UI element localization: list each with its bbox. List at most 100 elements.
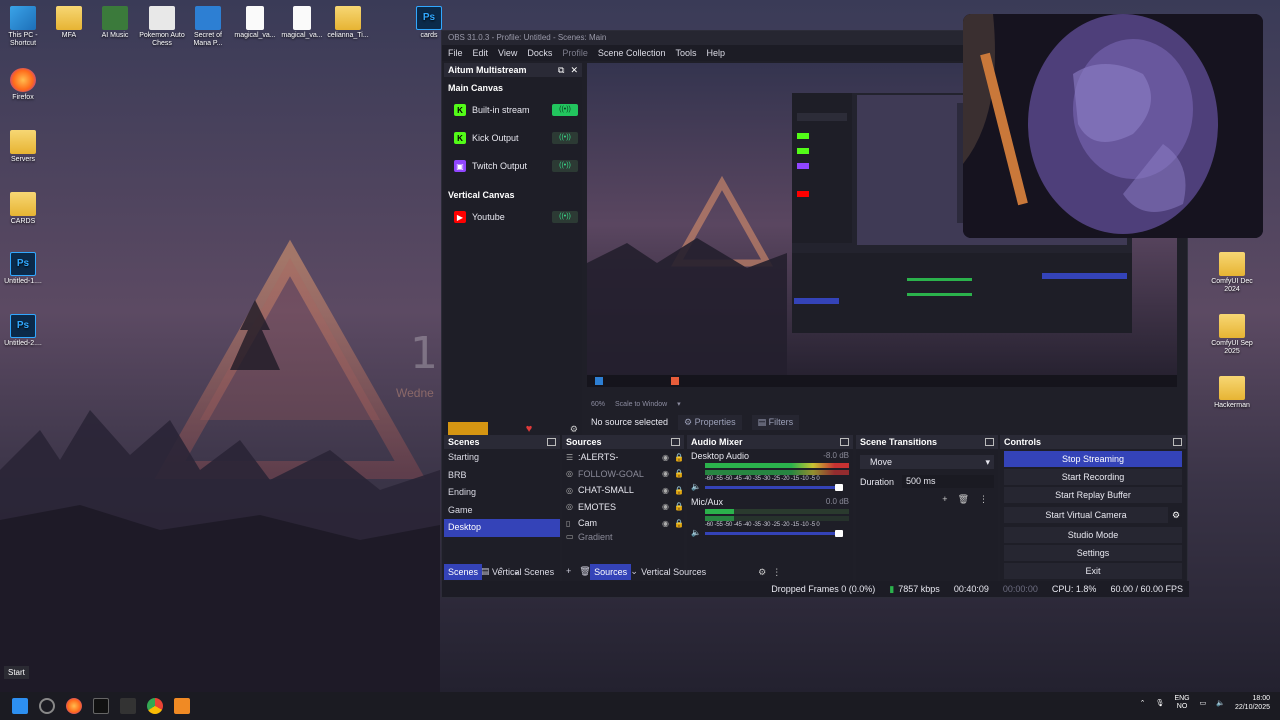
settings-button[interactable]: Settings xyxy=(1004,545,1182,561)
speaker-icon[interactable]: 🔈 xyxy=(691,482,705,491)
language-indicator[interactable]: ENG NO xyxy=(1174,695,1189,711)
lock-icon[interactable]: 🔒 xyxy=(674,486,684,495)
source-item[interactable]: ▭ Gradient xyxy=(562,532,684,542)
lock-icon[interactable]: 🔒 xyxy=(674,453,684,462)
settings-icon[interactable]: ⚙ xyxy=(570,424,578,435)
taskbar-clock[interactable]: 18:00 22/10/2025 xyxy=(1235,694,1270,712)
speaker-icon[interactable]: 🔈 xyxy=(691,528,705,537)
source-item[interactable]: ☰ :ALERTS- ◉ 🔒 xyxy=(562,449,684,466)
multistream-header: Aitum Multistream ⧉ ✕ xyxy=(444,63,582,77)
menu-docks[interactable]: Docks xyxy=(527,48,552,58)
float-dock-icon[interactable] xyxy=(985,438,994,446)
float-dock-icon[interactable] xyxy=(840,438,849,446)
desktop-icon-this-pc[interactable]: This PC - Shortcut xyxy=(0,6,46,48)
more-icon[interactable]: ⋮ xyxy=(772,567,781,578)
float-dock-icon[interactable]: ⧉ xyxy=(558,65,564,76)
float-dock-icon[interactable] xyxy=(547,438,556,446)
stop-streaming-button[interactable]: Stop Streaming xyxy=(1004,451,1182,467)
desktop-icon-magical-2[interactable]: magical_va... xyxy=(279,6,325,40)
menu-tools[interactable]: Tools xyxy=(675,48,696,58)
eye-icon[interactable]: ◉ xyxy=(662,486,672,495)
lock-icon[interactable]: 🔒 xyxy=(674,469,684,478)
desktop-icon-ai-music[interactable]: AI Music xyxy=(92,6,138,40)
float-dock-icon[interactable] xyxy=(1173,438,1182,446)
volume-slider[interactable] xyxy=(705,530,843,537)
transition-select[interactable]: Move ▾ xyxy=(860,455,994,469)
vlc-taskbar-icon[interactable] xyxy=(174,698,190,714)
tab-sources[interactable]: Sources xyxy=(590,564,632,580)
tab-vertical-sources[interactable]: Vertical Sources xyxy=(637,564,710,580)
stream-toggle-button[interactable]: ((•)) xyxy=(552,132,578,144)
scene-item[interactable]: Ending xyxy=(444,484,560,502)
start-virtual-camera-button[interactable]: Start Virtual Camera xyxy=(1004,507,1168,523)
volume-slider[interactable] xyxy=(705,484,843,491)
desktop-icon-untitled-1[interactable]: Ps Untitled-1.... xyxy=(0,252,46,286)
eye-icon[interactable]: ◉ xyxy=(662,453,672,462)
app-taskbar-icon[interactable] xyxy=(120,698,136,714)
obs-taskbar-icon[interactable] xyxy=(39,698,55,714)
stream-toggle-button[interactable]: ((•)) xyxy=(552,211,578,223)
scale-dropdown[interactable]: Scale to Window xyxy=(615,401,667,408)
desktop-icon-magical-1[interactable]: magical_va... xyxy=(232,6,278,40)
donate-button[interactable] xyxy=(448,422,488,436)
desktop-icon-mfa[interactable]: MFA xyxy=(46,6,92,40)
source-item[interactable]: ▯ Cam ◉ 🔒 xyxy=(562,515,684,532)
network-icon[interactable]: ▭ xyxy=(1200,699,1207,707)
source-item[interactable]: ◎ CHAT-SMALL ◉ 🔒 xyxy=(562,482,684,499)
exit-button[interactable]: Exit xyxy=(1004,563,1182,579)
menu-file[interactable]: File xyxy=(448,48,463,58)
properties-button[interactable]: ⚙ Properties xyxy=(678,414,742,430)
scene-item[interactable]: Starting xyxy=(444,449,560,467)
source-item[interactable]: ◎ FOLLOW-GOAL ◉ 🔒 xyxy=(562,466,684,483)
desktop-icon-firefox[interactable]: Firefox xyxy=(0,68,46,102)
menu-view[interactable]: View xyxy=(498,48,517,58)
lock-icon[interactable]: 🔒 xyxy=(674,502,684,511)
heart-icon[interactable]: ♥ xyxy=(496,423,562,435)
source-item[interactable]: ◎ EMOTES ◉ 🔒 xyxy=(562,499,684,516)
chevron-up-icon[interactable]: ⌃ xyxy=(1140,699,1146,707)
lock-icon[interactable]: 🔒 xyxy=(674,519,684,528)
stream-toggle-button[interactable]: ((•)) xyxy=(552,104,578,116)
eye-icon[interactable]: ◉ xyxy=(662,519,672,528)
menu-scene-collection[interactable]: Scene Collection xyxy=(598,48,666,58)
desktop-icon-cards[interactable]: CARDS xyxy=(0,192,46,226)
desktop-icon-secret-of-mana[interactable]: Secret of Mana P... xyxy=(185,6,231,48)
eye-icon[interactable]: ◉ xyxy=(662,469,672,478)
volume-icon[interactable]: 🔈 xyxy=(1216,699,1225,707)
duration-input[interactable]: 500 ms xyxy=(902,475,994,488)
menu-profile[interactable]: Profile xyxy=(562,48,588,58)
desktop-icon-celianna[interactable]: celianna_Ti... xyxy=(325,6,371,40)
menu-edit[interactable]: Edit xyxy=(473,48,489,58)
desktop-icon-untitled-2[interactable]: Ps Untitled-2.... xyxy=(0,314,46,348)
float-dock-icon[interactable] xyxy=(671,438,680,446)
chrome-taskbar-icon[interactable] xyxy=(147,698,163,714)
chevron-down-icon[interactable]: ▾ xyxy=(677,400,681,408)
gear-icon[interactable]: ⚙ xyxy=(1172,510,1186,521)
menu-help[interactable]: Help xyxy=(706,48,725,58)
desktop-icon-comfyui-dec[interactable]: ComfyUI Dec 2024 xyxy=(1209,252,1255,294)
windows-start-icon[interactable] xyxy=(12,698,28,714)
firefox-taskbar-icon[interactable] xyxy=(66,698,82,714)
scene-item[interactable]: Game xyxy=(444,502,560,520)
filters-button[interactable]: ▤ Filters xyxy=(751,414,800,430)
add-icon[interactable]: + xyxy=(942,494,947,505)
close-icon[interactable]: ✕ xyxy=(570,65,578,76)
tab-scenes[interactable]: Scenes xyxy=(444,564,483,580)
eye-icon[interactable]: ◉ xyxy=(662,502,672,511)
scene-item[interactable]: BRB xyxy=(444,467,560,485)
start-replay-buffer-button[interactable]: Start Replay Buffer xyxy=(1004,487,1182,503)
microphone-icon[interactable]: 🎙 xyxy=(1156,699,1165,707)
mixer-settings-icon[interactable]: ⚙ xyxy=(758,567,766,578)
trash-icon[interactable]: 🗑 xyxy=(958,494,969,505)
more-icon[interactable]: ⋮ xyxy=(979,494,988,505)
desktop-icon-pokemon[interactable]: Pokemon Auto Chess xyxy=(139,6,185,48)
tab-vertical-scenes[interactable]: Vertical Scenes xyxy=(488,564,558,580)
start-recording-button[interactable]: Start Recording xyxy=(1004,469,1182,485)
desktop-icon-servers[interactable]: Servers xyxy=(0,130,46,164)
scene-item-selected[interactable]: Desktop xyxy=(444,519,560,537)
studio-mode-button[interactable]: Studio Mode xyxy=(1004,527,1182,543)
stream-toggle-button[interactable]: ((•)) xyxy=(552,160,578,172)
desktop-icon-hackerman[interactable]: Hackerman xyxy=(1209,376,1255,410)
desktop-icon-comfyui-sep[interactable]: ComfyUI Sep 2025 xyxy=(1209,314,1255,356)
terminal-taskbar-icon[interactable] xyxy=(93,698,109,714)
